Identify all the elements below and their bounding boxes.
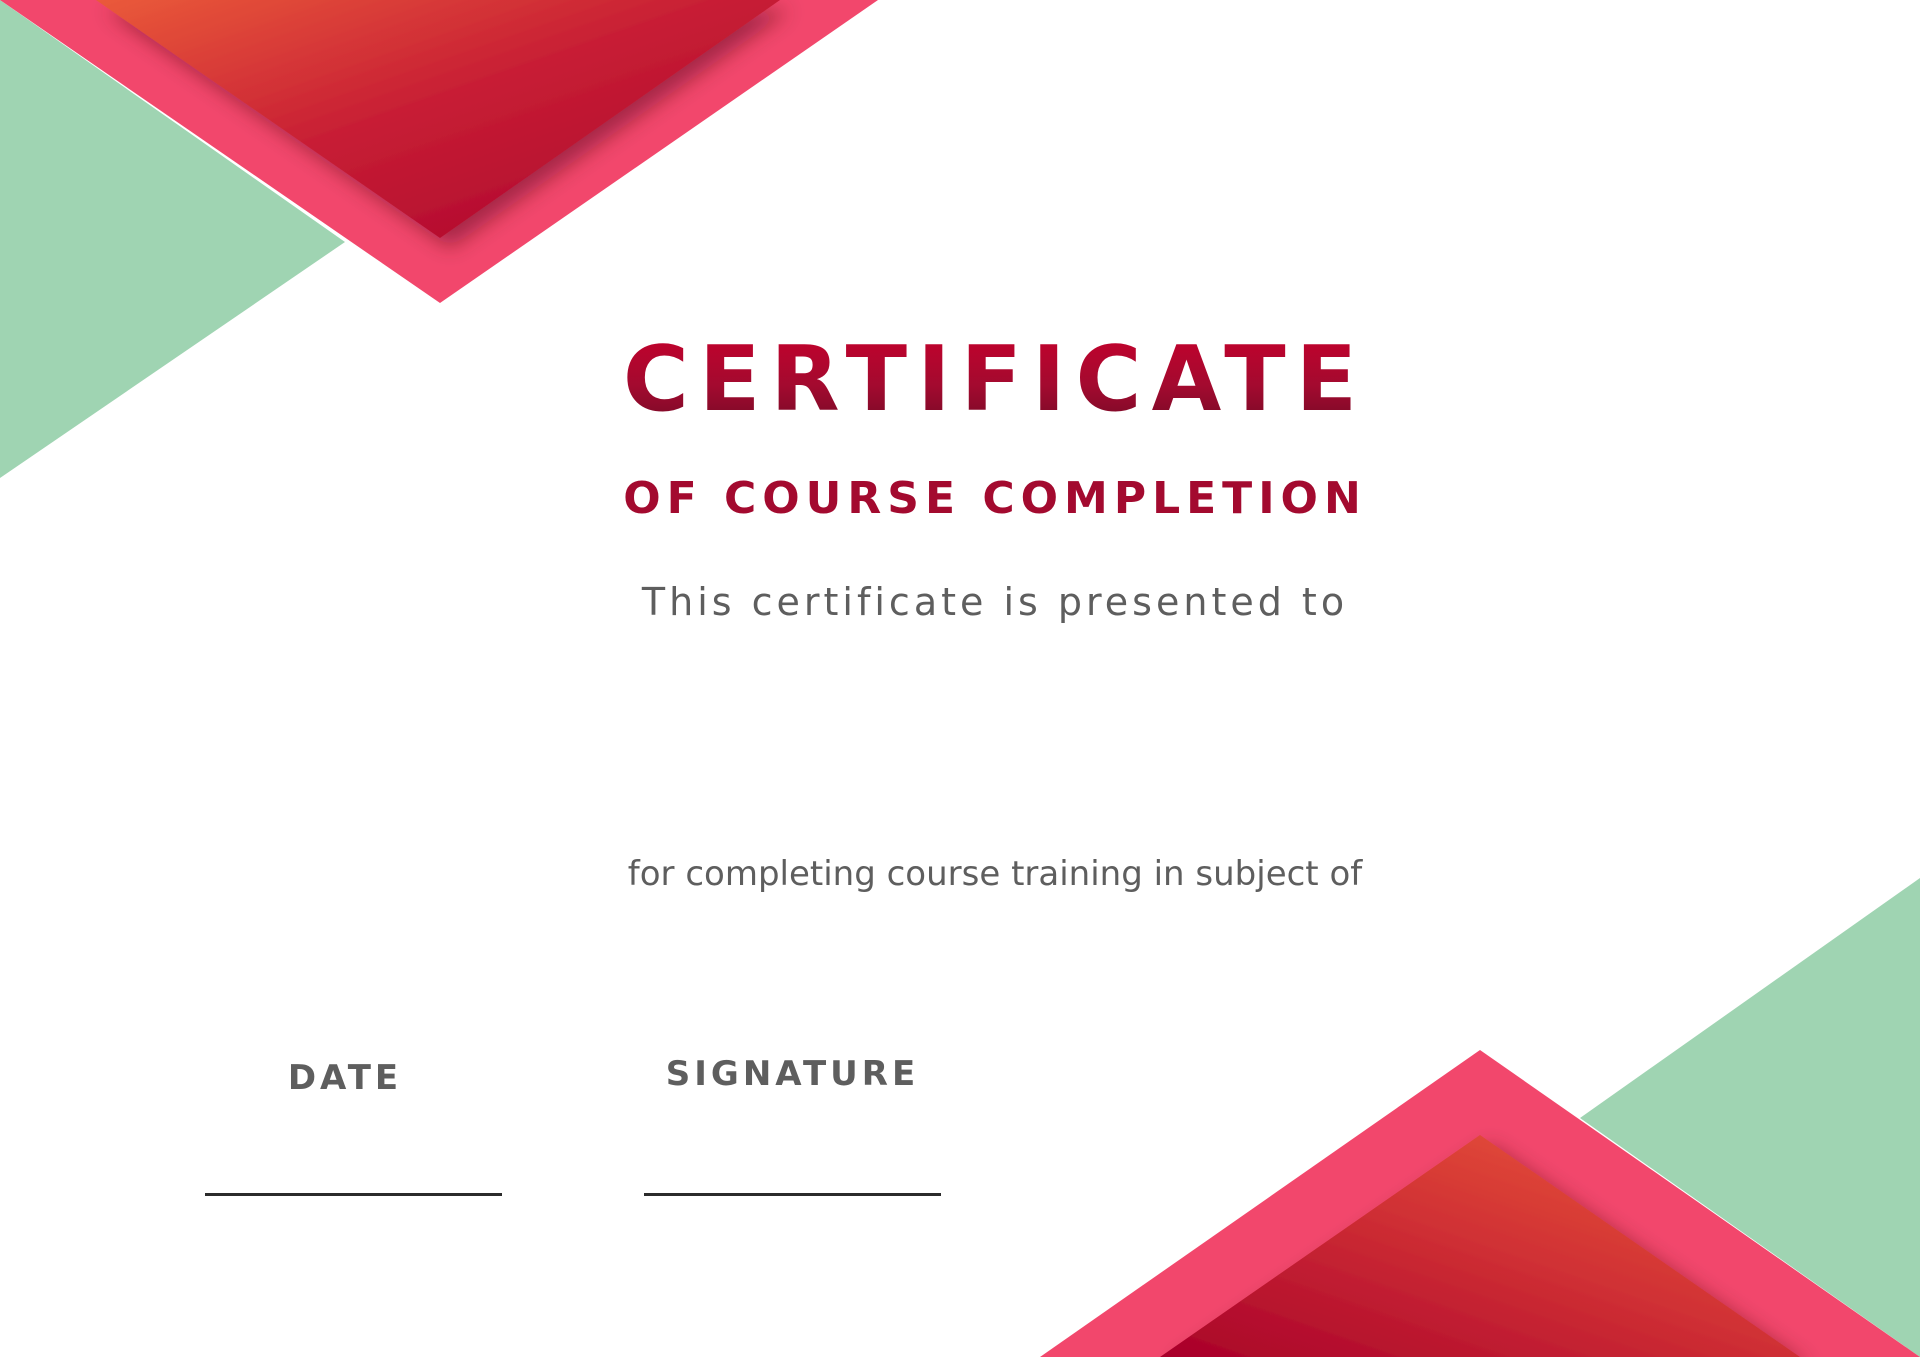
certificate-title: CERTIFICATE: [590, 325, 1400, 435]
bottom-left-gold-frame: [76, 532, 1088, 1284]
course-reason-text: for completing course training in subjec…: [627, 854, 1363, 894]
date-label: DATE: [287, 1058, 403, 1098]
top-right-gold-frame: [832, 89, 1836, 836]
signature-label: SIGNATURE: [665, 1054, 920, 1094]
presented-to-text: This certificate is presented to: [641, 580, 1349, 624]
certificate-subtitle: OF COURSE COMPLETION: [623, 473, 1367, 524]
date-line: [205, 1193, 502, 1196]
certificate-decoration: [0, 0, 1920, 1357]
signature-line: [644, 1193, 941, 1196]
